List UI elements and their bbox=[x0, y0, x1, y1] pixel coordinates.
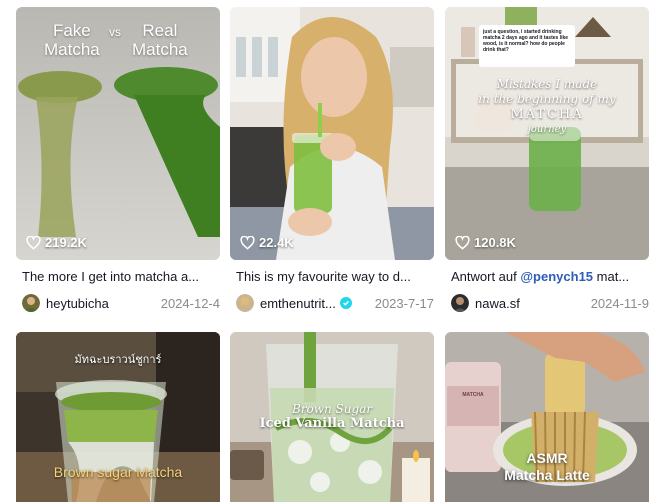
video-caption[interactable]: This is my favourite way to d... bbox=[236, 269, 432, 284]
overlay-vs: vs bbox=[109, 25, 121, 39]
likes-count: 219.2K bbox=[26, 235, 87, 250]
likes-value: 219.2K bbox=[45, 235, 87, 250]
overlay-line-3: MATCHA bbox=[510, 107, 584, 122]
heart-outline-icon bbox=[455, 235, 470, 250]
overlay-real-matcha: Real Matcha bbox=[132, 21, 188, 59]
author-name[interactable]: nawa.sf bbox=[475, 296, 520, 311]
video-thumbnail[interactable]: Fake Matcha vs Real Matcha 219.2K bbox=[16, 7, 220, 260]
likes-count: 22.4K bbox=[240, 235, 294, 250]
overlay-asmr: ASMR Matcha Latte bbox=[445, 450, 649, 484]
author-row: emthenutrit... 2023-7-17 bbox=[236, 293, 434, 313]
overlay-line-2: Iced Vanilla Matcha bbox=[259, 416, 405, 431]
overlay-line-1: Mistakes I made bbox=[496, 77, 598, 91]
post-date: 2024-12-4 bbox=[160, 295, 220, 311]
author-name[interactable]: emthenutrit... bbox=[260, 296, 336, 311]
caption-suffix: mat... bbox=[593, 269, 630, 284]
likes-value: 120.8K bbox=[474, 235, 516, 250]
overlay-brown-sugar: Brown sugar Matcha bbox=[53, 464, 183, 480]
video-thumbnail[interactable]: 22.4K bbox=[230, 7, 434, 260]
overlay-thai-title: มัทฉะบราวน์ชูการ์ bbox=[74, 354, 162, 366]
video-thumbnail[interactable]: MATCHA ASMR Matcha Latte bbox=[445, 332, 649, 502]
overlay-line-1: Brown Sugar bbox=[291, 402, 373, 416]
overlay-mistakes: Mistakes I made in the beginning of my M… bbox=[445, 77, 649, 137]
post-date: 2023-7-17 bbox=[374, 295, 434, 311]
overlay-line-1: ASMR bbox=[526, 450, 568, 466]
overlay-line-2: in the beginning of my bbox=[478, 92, 616, 106]
author-row: nawa.sf 2024-11-9 bbox=[451, 293, 649, 313]
caption-prefix: Antwort auf bbox=[451, 269, 521, 284]
overlay-fake-matcha: Fake Matcha bbox=[44, 21, 100, 59]
mention-link[interactable]: @penych15 bbox=[520, 269, 593, 284]
video-thumbnail[interactable]: just a question, i started drinking matc… bbox=[445, 7, 649, 260]
thumbnail-image bbox=[230, 7, 434, 260]
reply-comment-sticker: just a question, i started drinking matc… bbox=[479, 25, 575, 67]
author-name[interactable]: heytubicha bbox=[46, 296, 109, 311]
video-thumbnail[interactable]: Brown Sugar Iced Vanilla Matcha bbox=[230, 332, 434, 502]
author-row: heytubicha 2024-12-4 bbox=[22, 293, 220, 313]
heart-outline-icon bbox=[26, 235, 41, 250]
avatar[interactable] bbox=[451, 294, 469, 312]
avatar[interactable] bbox=[22, 294, 40, 312]
check-badge-icon bbox=[339, 297, 352, 309]
video-caption[interactable]: The more I get into matcha a... bbox=[22, 269, 218, 284]
video-caption[interactable]: Antwort auf @penych15 mat... bbox=[451, 269, 647, 284]
overlay-line-2: Matcha Latte bbox=[504, 467, 590, 483]
video-thumbnail[interactable]: มัทฉะบราวน์ชูการ์ Brown sugar Matcha bbox=[16, 332, 220, 502]
tin-label: MATCHA bbox=[462, 392, 484, 398]
post-date: 2024-11-9 bbox=[590, 295, 649, 311]
heart-outline-icon bbox=[240, 235, 255, 250]
overlay-line-4: journey bbox=[527, 124, 567, 135]
avatar[interactable] bbox=[236, 294, 254, 312]
likes-count: 120.8K bbox=[455, 235, 516, 250]
overlay-iced-vanilla: Brown Sugar Iced Vanilla Matcha bbox=[230, 402, 434, 431]
likes-value: 22.4K bbox=[259, 235, 294, 250]
